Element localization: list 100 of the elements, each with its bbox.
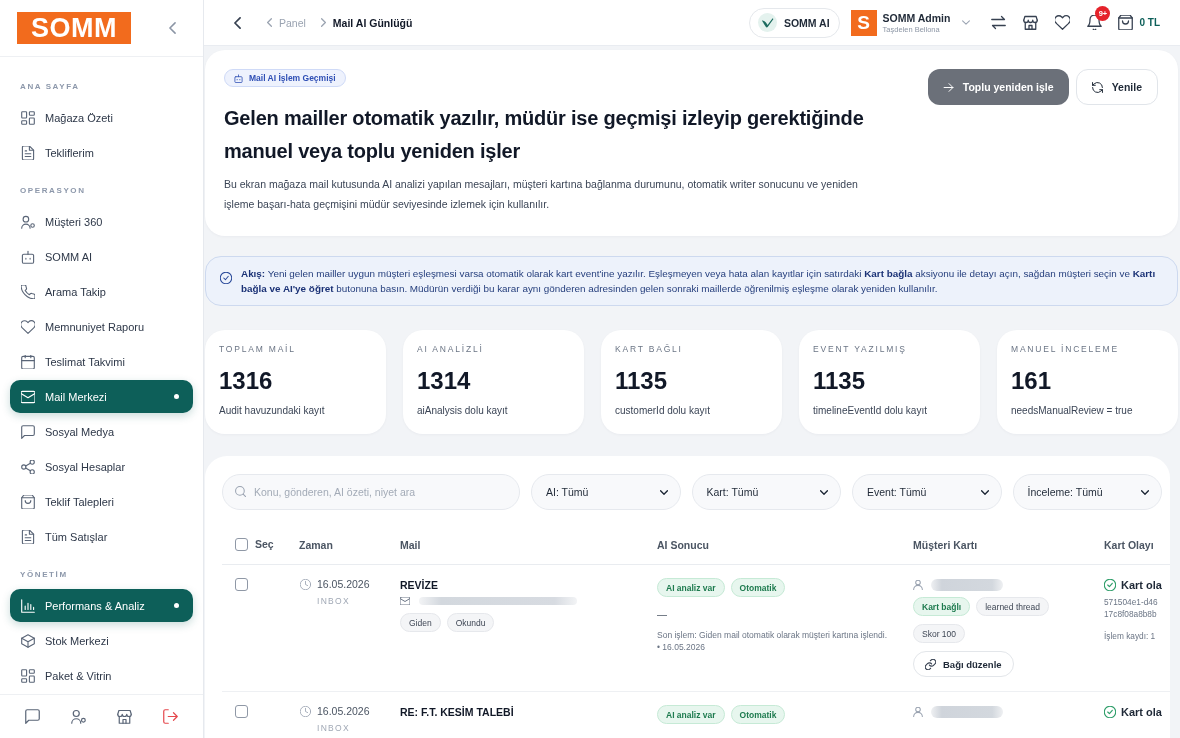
stat-value: 1314 (417, 367, 472, 395)
assistant-button[interactable]: SOMM AI (748, 7, 840, 38)
tag: learned thread (976, 597, 1050, 616)
refresh-button[interactable]: Yenile (1075, 69, 1158, 105)
store-icon[interactable] (116, 709, 132, 724)
link-icon (925, 658, 936, 670)
sidebar-item[interactable]: Mağaza Özeti (10, 101, 193, 134)
envelope-icon (21, 389, 35, 404)
mail-subject[interactable]: RE: F.T. KESİM TALEBİ (400, 705, 514, 719)
sidebar-item[interactable]: Teklif Talepleri (10, 485, 193, 518)
event-log-count: İşlem kaydı: 1 (1104, 630, 1156, 642)
clock-icon (300, 579, 311, 590)
store-icon[interactable] (1023, 15, 1039, 30)
user-icon (913, 580, 923, 590)
breadcrumb-link[interactable]: Mail AI Günlüğü (332, 16, 413, 29)
reprocess-button[interactable]: Toplu yeniden işle (927, 69, 1069, 105)
column-header: AI Sonucu (657, 539, 709, 551)
column-header: Müşteri Kartı (913, 539, 978, 551)
check-circle-icon (1104, 706, 1116, 718)
page-title: Gelen mailler otomatik yazılır, müdür ise geçmişi izleyip gerektiğinde manuel veya toplu yeniden işler (224, 106, 865, 164)
chevron-down-icon (659, 489, 668, 495)
sidebar-item[interactable]: Tüm Satışlar (10, 520, 193, 553)
shopping-bag-icon (21, 494, 35, 509)
phone-icon (21, 284, 35, 299)
column-header: Kart Olayı (1104, 539, 1154, 551)
stat-label: AI ANALİZLİ (417, 344, 485, 354)
document-icon (21, 145, 35, 160)
tag: AI analiz var (657, 705, 725, 724)
tag: Otomatik (730, 578, 786, 597)
tag: AI analiz var (657, 578, 725, 597)
filter-dropdown[interactable]: AI: Tümü (531, 474, 681, 510)
chevron-down-icon (1141, 489, 1149, 495)
sidebar-item[interactable]: Mail Merkezi (10, 380, 193, 413)
tag: Skor 100 (913, 624, 966, 643)
grid-icon (21, 110, 35, 125)
sidebar-item[interactable]: SOMM AI (10, 240, 193, 273)
tag: Giden (400, 613, 441, 632)
mail-subject[interactable]: REVİZE (400, 578, 438, 592)
folder-label: INBOX (317, 596, 351, 606)
stat-label: MANUEL İNCELEME (1011, 344, 1120, 354)
chevron-left-icon (267, 18, 272, 27)
shopping-bag-icon (1118, 15, 1134, 30)
robot-icon (21, 249, 35, 264)
section-heading: ANA SAYFA (19, 81, 81, 93)
column-header: Mail (400, 539, 421, 551)
edit-link-button[interactable]: Bağı düzenle (913, 651, 1014, 677)
calendar-icon (21, 354, 35, 369)
filter-dropdown[interactable]: İnceleme: Tümü (1012, 474, 1162, 510)
chevron-down-icon (980, 489, 989, 495)
document-icon (21, 529, 35, 544)
stat-value: 161 (1011, 367, 1053, 395)
sidebar-item[interactable]: Paket & Vitrin (10, 659, 193, 692)
column-header[interactable]: Seç (255, 538, 274, 550)
sidebar-item[interactable]: Arama Takip (10, 275, 193, 308)
sidebar-item[interactable]: Tekliflerim (10, 136, 193, 169)
search-icon (235, 486, 246, 497)
sidebar-item[interactable]: Teslimat Takvimi (10, 345, 193, 378)
column-header: Zaman (299, 539, 333, 551)
search-field[interactable]: Konu, gönderen, AI özeti, niyet ara (222, 474, 520, 510)
stat-label: KART BAĞLI (615, 344, 684, 354)
filter-dropdown[interactable]: Event: Tümü (852, 474, 1002, 510)
stat-caption: timelineEventId dolu kayıt (813, 405, 928, 417)
stat-caption: needsManualReview = true (1011, 405, 1134, 417)
user-icon (21, 214, 35, 229)
chevron-right-icon (320, 18, 326, 27)
ai-summary: — (657, 609, 667, 621)
page-description: Bu ekran mağaza mail kutusunda AI analizi yapılan mesajları, müşteri kartına bağlanma durumunu, otomatik writer sonucunu ve yeniden işleme başarı-hata geçmişini müdür seviyesinde izlemek için kullanılır. (224, 177, 859, 212)
event-status: Kart ola (1121, 705, 1162, 719)
bell-icon[interactable] (1087, 15, 1103, 30)
filter-dropdown[interactable]: Kart: Tümü (691, 474, 841, 510)
tag: Okundu (446, 613, 495, 632)
robot-icon (234, 73, 243, 83)
check-badge-icon (757, 13, 777, 32)
chevron-left-icon[interactable] (234, 16, 241, 29)
share-icon (21, 459, 35, 474)
check-circle-icon (220, 272, 232, 284)
chat-icon[interactable] (25, 709, 41, 724)
active-dot-icon (174, 603, 179, 608)
page-badge: Mail AI İşlem Geçmişi (224, 69, 346, 87)
heart-icon[interactable] (1055, 15, 1071, 30)
sidebar-item[interactable]: Müşteri 360 (10, 205, 193, 238)
grid-icon (21, 668, 35, 683)
sidebar-item[interactable]: Sosyal Hesaplar (10, 450, 193, 483)
chat-icon (21, 424, 35, 439)
sidebar-item[interactable]: Stok Merkezi (10, 624, 193, 657)
sidebar-item[interactable]: Sosyal Medya (10, 415, 193, 448)
sidebar-item[interactable]: Memnuniyet Raporu (10, 310, 193, 343)
swap-arrows-icon[interactable] (991, 15, 1007, 30)
stat-caption: Audit havuzundaki kayıt (219, 405, 326, 417)
user-icon[interactable] (71, 709, 87, 724)
checkbox[interactable] (235, 537, 248, 551)
checkbox[interactable] (235, 705, 248, 718)
stat-value: 1135 (813, 367, 867, 395)
logout-icon[interactable] (162, 709, 178, 724)
table-cell: 16.05.2026 (317, 705, 370, 718)
checkbox[interactable] (235, 578, 248, 591)
stat-label: EVENT YAZILMIŞ (813, 344, 908, 354)
cart-button[interactable]: 0 TL (1118, 15, 1160, 30)
stat-caption: customerId dolu kayıt (615, 405, 712, 417)
sidebar-item[interactable]: Performans & Analiz (10, 589, 193, 622)
